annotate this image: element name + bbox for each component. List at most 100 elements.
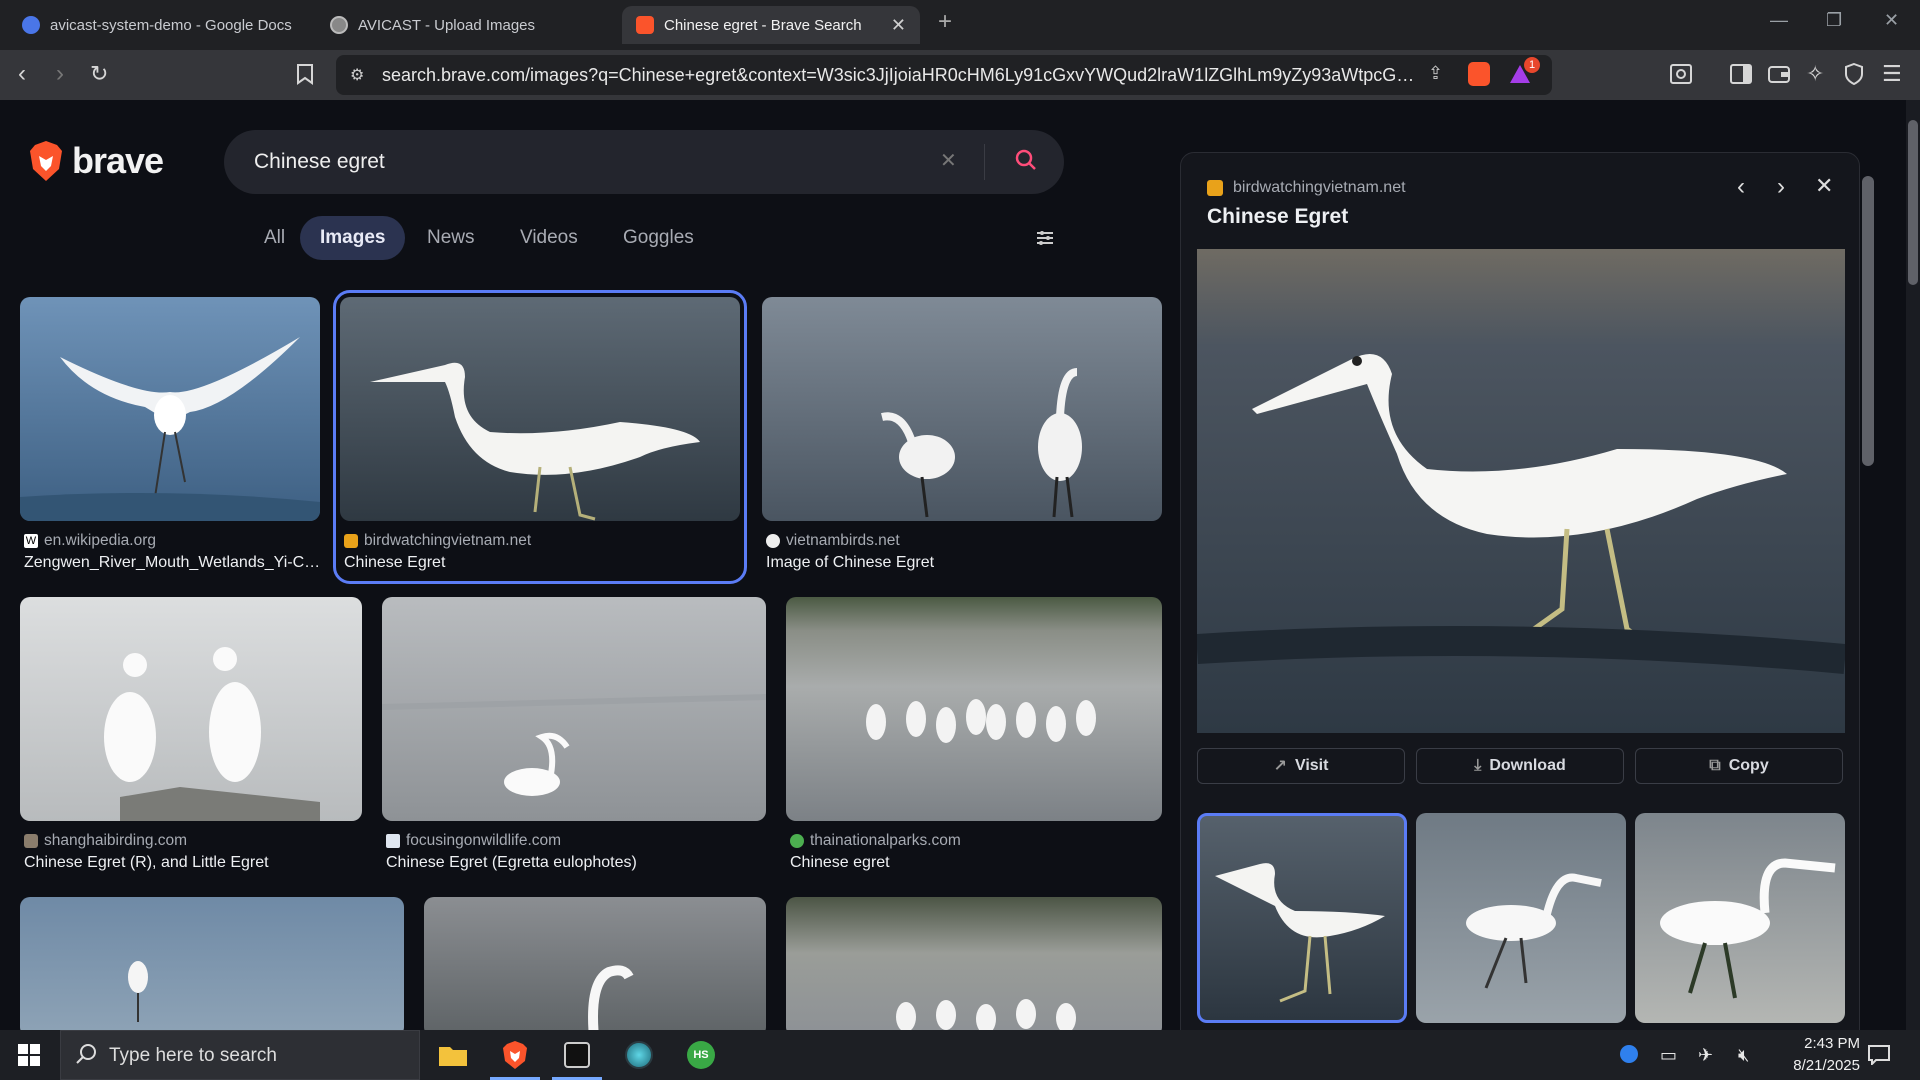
image-result[interactable] — [20, 597, 362, 821]
related-thumbnail[interactable] — [1416, 813, 1626, 1023]
close-window-icon[interactable]: ✕ — [1884, 10, 1899, 31]
address-bar[interactable]: ⚙ search.brave.com/images?q=Chinese+egre… — [336, 55, 1552, 95]
globe-app-icon[interactable] — [622, 1038, 656, 1072]
result-source[interactable]: thainationalparks.com — [790, 832, 961, 850]
brave-shields-icon[interactable] — [1468, 62, 1490, 86]
result-thumbnail[interactable] — [20, 597, 362, 821]
tab-brave-search[interactable]: Chinese egret - Brave Search ✕ — [622, 6, 920, 44]
back-icon[interactable]: ‹ — [18, 62, 26, 86]
image-result[interactable] — [20, 297, 320, 537]
visit-button[interactable]: ↗ Visit — [1197, 748, 1405, 784]
tab-images[interactable]: Images — [300, 216, 406, 260]
tab-all[interactable]: All — [244, 216, 305, 260]
panel-scrollbar-thumb[interactable] — [1862, 176, 1874, 466]
airplane-mode-icon[interactable]: ✈ — [1698, 1045, 1713, 1066]
site-favicon-icon — [790, 834, 804, 848]
result-title[interactable]: Chinese Egret (R), and Little Egret — [24, 854, 269, 872]
image-result[interactable] — [786, 897, 1162, 1030]
panel-title: Chinese Egret — [1207, 205, 1349, 228]
page-scrollbar-thumb[interactable] — [1908, 120, 1918, 285]
search-input[interactable]: Chinese egret — [254, 150, 385, 174]
result-thumbnail[interactable] — [424, 897, 766, 1030]
result-thumbnail[interactable] — [340, 297, 740, 521]
share-icon[interactable]: ⇪ — [1428, 63, 1443, 84]
close-tab-icon[interactable]: ✕ — [891, 15, 906, 36]
battery-icon[interactable]: ▭ — [1660, 1045, 1677, 1066]
previous-image-icon[interactable]: ‹ — [1737, 173, 1745, 201]
image-result[interactable] — [382, 597, 766, 821]
image-result[interactable] — [786, 597, 1162, 821]
reload-icon[interactable]: ↻ — [90, 62, 108, 86]
taskbar-search[interactable]: Type here to search — [60, 1030, 420, 1080]
result-title[interactable]: Zengwen_River_Mouth_Wetlands_Yi-Ch... — [24, 554, 324, 572]
related-thumbnail-selected[interactable] — [1197, 813, 1407, 1023]
brave-logo[interactable]: brave — [28, 140, 164, 182]
divider — [984, 144, 985, 180]
windows-start-icon[interactable] — [12, 1038, 46, 1072]
result-title[interactable]: Image of Chinese Egret — [766, 554, 934, 572]
filter-settings-icon[interactable] — [1035, 228, 1055, 253]
reader-mode-icon[interactable] — [1670, 64, 1692, 89]
result-thumbnail[interactable] — [786, 597, 1162, 821]
next-image-icon[interactable]: › — [1777, 173, 1785, 201]
maximize-icon[interactable]: ❐ — [1826, 10, 1842, 31]
globe-icon — [330, 16, 348, 34]
tab-goggles[interactable]: Goggles — [603, 216, 714, 260]
clock-time: 2:43 PM — [1804, 1035, 1860, 1052]
image-result[interactable] — [424, 897, 766, 1030]
new-tab-icon[interactable]: + — [938, 8, 952, 36]
result-thumbnail[interactable] — [20, 297, 320, 521]
image-result[interactable] — [762, 297, 1162, 537]
clock[interactable]: 2:43 PM 8/21/2025 — [1760, 1033, 1860, 1077]
site-settings-icon[interactable]: ⚙ — [350, 65, 364, 85]
app-icon[interactable] — [560, 1038, 594, 1072]
google-icon[interactable] — [1620, 1045, 1638, 1063]
result-source[interactable]: shanghaibirding.com — [24, 832, 187, 850]
tab-news[interactable]: News — [407, 216, 495, 260]
tab-avicast-upload[interactable]: AVICAST - Upload Images — [316, 6, 616, 44]
result-thumbnail[interactable] — [786, 897, 1162, 1030]
image-preview-panel: birdwatchingvietnam.net Chinese Egret ‹ … — [1180, 152, 1860, 1030]
notifications-icon[interactable] — [1868, 1045, 1890, 1070]
close-panel-icon[interactable]: ✕ — [1815, 173, 1833, 199]
brave-browser-icon[interactable] — [498, 1038, 532, 1072]
hs-app-icon[interactable]: HS — [684, 1038, 718, 1072]
windows-taskbar: Type here to search HS ▭ ✈ 🔇︎ 2:43 PM 8/… — [0, 1030, 1920, 1080]
result-source-text: shanghaibirding.com — [44, 832, 188, 849]
copy-icon: ⧉ — [1709, 757, 1721, 774]
search-icon[interactable] — [1014, 148, 1038, 177]
search-box[interactable]: Chinese egret ✕ — [224, 130, 1064, 194]
url-text[interactable]: search.brave.com/images?q=Chinese+egret&… — [382, 65, 1422, 86]
sidebar-icon[interactable] — [1730, 64, 1752, 89]
preview-image[interactable] — [1197, 249, 1845, 733]
vpn-icon[interactable] — [1844, 62, 1864, 90]
tab-google-docs[interactable]: avicast-system-demo - Google Docs — [8, 6, 308, 44]
tab-title: AVICAST - Upload Images — [358, 16, 536, 34]
copy-button[interactable]: ⧉ Copy — [1635, 748, 1843, 784]
result-title[interactable]: Chinese Egret — [344, 554, 445, 572]
download-button[interactable]: ⤓ Download — [1416, 748, 1624, 784]
clear-search-icon[interactable]: ✕ — [940, 148, 957, 173]
result-source[interactable]: focusingonwildlife.com — [386, 832, 561, 850]
wallet-icon[interactable] — [1768, 64, 1790, 89]
related-thumbnail[interactable] — [1635, 813, 1845, 1023]
minimize-icon[interactable]: — — [1770, 10, 1788, 31]
result-thumbnail[interactable] — [20, 897, 404, 1030]
site-favicon-icon — [24, 834, 38, 848]
result-source[interactable]: vietnambirds.net — [766, 532, 900, 550]
result-source[interactable]: birdwatchingvietnam.net — [344, 532, 531, 550]
leo-ai-icon[interactable]: ✧ — [1806, 62, 1824, 86]
forward-icon[interactable]: › — [56, 62, 64, 86]
menu-icon[interactable]: ☰ — [1882, 62, 1902, 86]
volume-muted-icon[interactable]: 🔇︎ — [1738, 1045, 1749, 1066]
result-title[interactable]: Chinese egret — [790, 854, 890, 872]
result-source[interactable]: W en.wikipedia.org — [24, 532, 156, 550]
panel-source[interactable]: birdwatchingvietnam.net — [1207, 179, 1406, 197]
result-thumbnail[interactable] — [382, 597, 766, 821]
tab-videos[interactable]: Videos — [500, 216, 598, 260]
result-thumbnail[interactable] — [762, 297, 1162, 521]
bookmark-icon[interactable] — [296, 63, 314, 90]
file-explorer-icon[interactable] — [436, 1038, 470, 1072]
result-title[interactable]: Chinese Egret (Egretta eulophotes) — [386, 854, 637, 872]
image-result[interactable] — [20, 897, 404, 1030]
